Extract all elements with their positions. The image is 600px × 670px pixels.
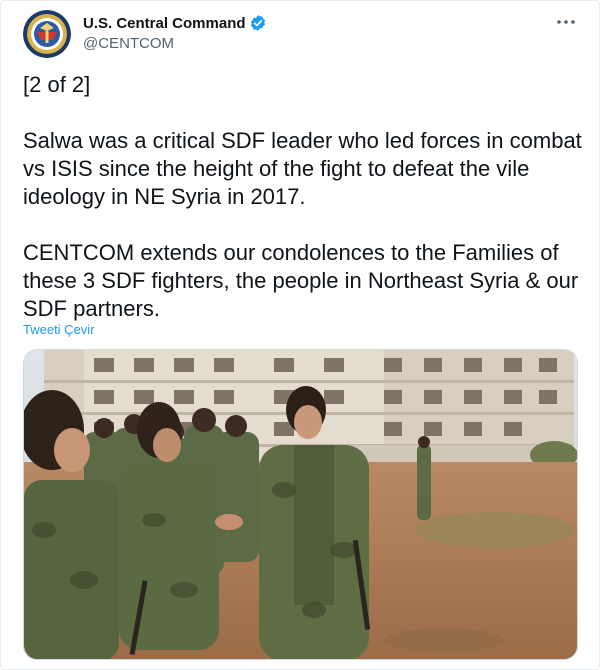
tweet-header: U.S. Central Command @CENTCOM [23,10,581,58]
more-options-icon[interactable] [553,12,579,32]
tweet-paragraph: CENTCOM extends our condolences to the F… [23,240,579,321]
tweet-card: U.S. Central Command @CENTCOM [2 of 2] S… [0,0,600,670]
tweet-photo[interactable] [23,349,578,660]
author-display-name[interactable]: U.S. Central Command [83,15,246,32]
verified-badge-icon [249,14,267,32]
tweet-paragraph: Salwa was a critical SDF leader who led … [23,128,582,209]
translate-tweet-link[interactable]: Tweeti Çevir [23,322,95,337]
author-names: U.S. Central Command @CENTCOM [83,13,267,52]
avatar[interactable] [23,10,71,58]
author-handle[interactable]: @CENTCOM [83,35,267,52]
tweet-text: [2 of 2] Salwa was a critical SDF leader… [23,71,583,323]
tweet-paragraph: [2 of 2] [23,72,91,97]
soldiers-photo [24,350,577,659]
centcom-seal-icon [23,10,71,58]
